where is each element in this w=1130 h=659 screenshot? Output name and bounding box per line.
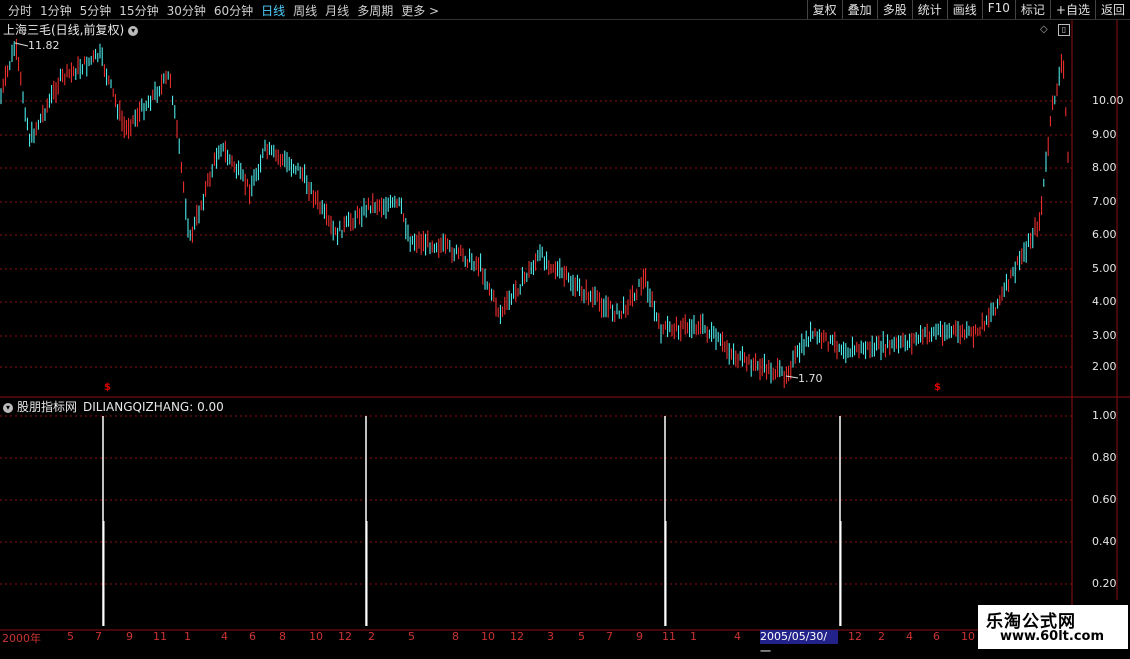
- date-tick: 6: [249, 630, 256, 643]
- date-tick: 8: [279, 630, 286, 643]
- toolbar-button[interactable]: 统计: [911, 0, 947, 19]
- date-tick: 11: [153, 630, 167, 643]
- indicator-chart: [0, 415, 1072, 626]
- date-tick: 5: [578, 630, 585, 643]
- date-tick: 5: [67, 630, 74, 643]
- price-tick: 2.00: [1092, 360, 1117, 373]
- date-tick: 2: [368, 630, 375, 643]
- date-tick: 4: [734, 630, 741, 643]
- period-toolbar: 分时 1分钟 5分钟 15分钟 30分钟 60分钟 日线 周线 月线 多周期 更多 > 复权 叠加 多股…: [0, 0, 1130, 20]
- toolbar-button[interactable]: 复权: [806, 0, 842, 19]
- date-tick: 5: [408, 630, 415, 643]
- date-tick: 4: [906, 630, 913, 643]
- toolbar-button[interactable]: 叠加: [841, 0, 877, 19]
- period-tabs: 分时 1分钟 5分钟 15分钟 30分钟 60分钟 日线 周线 月线 多周期 更多 >: [4, 2, 443, 19]
- candlestick-chart: [0, 38, 1072, 389]
- action-buttons: 复权 叠加 多股 统计 画线 F10 标记 +自选 返回: [806, 0, 1130, 19]
- date-tick: 1: [690, 630, 697, 643]
- period-tab[interactable]: 周线: [289, 2, 321, 19]
- period-tab[interactable]: 30分钟: [163, 2, 210, 19]
- period-tab[interactable]: 15分钟: [115, 2, 162, 19]
- price-tick: 5.00: [1092, 262, 1117, 275]
- period-tab[interactable]: 日线: [257, 2, 289, 19]
- date-tick: 6: [933, 630, 940, 643]
- date-tick: 7: [95, 630, 102, 643]
- toolbar-button[interactable]: F10: [981, 0, 1015, 19]
- date-tick: 9: [126, 630, 133, 643]
- date-tick: 10: [961, 630, 975, 643]
- price-tick: 9.00: [1092, 128, 1117, 141]
- date-tick: 2: [878, 630, 885, 643]
- price-tick: 8.00: [1092, 161, 1117, 174]
- date-tick: 10: [309, 630, 323, 643]
- date-tick: 12: [848, 630, 862, 643]
- date-tick: 9: [636, 630, 643, 643]
- date-tick: 4: [221, 630, 228, 643]
- low-price-label: 1.70: [798, 372, 823, 385]
- period-tab[interactable]: 更多 >: [397, 2, 443, 19]
- toolbar-button[interactable]: 标记: [1014, 0, 1050, 19]
- price-tick: 7.00: [1092, 195, 1117, 208]
- toolbar-button[interactable]: 返回: [1094, 0, 1130, 19]
- price-tick: 10.00: [1092, 94, 1124, 107]
- date-tick: 2000年: [2, 632, 41, 645]
- price-tick: 6.00: [1092, 228, 1117, 241]
- date-tick: 3: [547, 630, 554, 643]
- date-tick: 10: [481, 630, 495, 643]
- toolbar-button[interactable]: 画线: [946, 0, 982, 19]
- high-price-label: 11.82: [28, 39, 60, 52]
- date-tick: 8: [452, 630, 459, 643]
- period-tab[interactable]: 1分钟: [36, 2, 76, 19]
- signal-mark: $: [934, 382, 941, 393]
- watermark-url: www.60lt.com: [1000, 629, 1105, 644]
- date-tick: 12: [338, 630, 352, 643]
- signal-mark: $: [104, 382, 111, 393]
- watermark: 乐淘公式网 www.60lt.com: [978, 605, 1128, 649]
- period-tab[interactable]: 月线: [321, 2, 353, 19]
- date-tick: 12: [510, 630, 524, 643]
- date-tick: 1: [184, 630, 191, 643]
- date-tick: 11: [662, 630, 676, 643]
- toolbar-button[interactable]: 多股: [876, 0, 912, 19]
- date-tick: 7: [606, 630, 613, 643]
- price-tick: 3.00: [1092, 329, 1117, 342]
- period-tab[interactable]: 60分钟: [210, 2, 257, 19]
- period-tab[interactable]: 分时: [4, 2, 36, 19]
- period-tab[interactable]: 多周期: [353, 2, 397, 19]
- selected-date: 2005/05/30/一: [760, 630, 838, 658]
- toolbar-button[interactable]: +自选: [1049, 0, 1095, 19]
- price-tick: 4.00: [1092, 295, 1117, 308]
- period-tab[interactable]: 5分钟: [76, 2, 116, 19]
